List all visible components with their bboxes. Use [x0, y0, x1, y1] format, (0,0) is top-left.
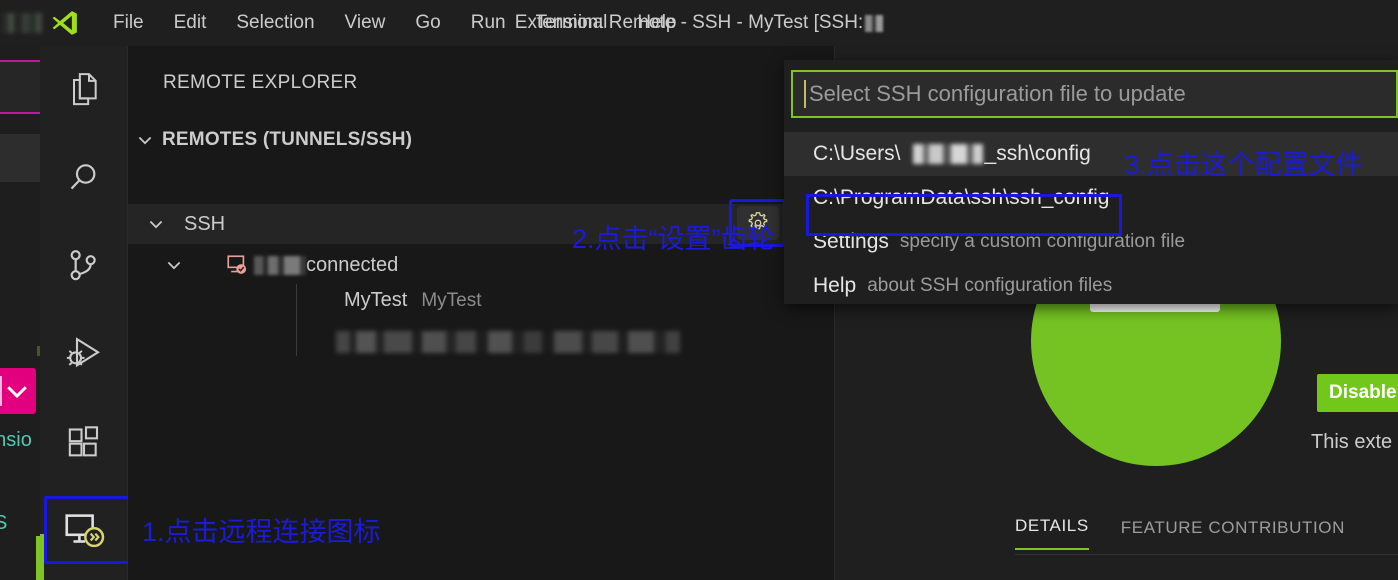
quick-pick-item-label: Help — [813, 274, 857, 297]
ssh-group-chevron — [128, 214, 184, 234]
quick-pick-placeholder: Select SSH configuration file to update — [809, 81, 1186, 106]
annotation-1: 1.点击远程连接图标 — [142, 517, 381, 547]
vscode-logo-icon — [42, 8, 88, 38]
quick-pick-item-detail: specify a custom configuration file — [899, 231, 1186, 252]
menu-item-file[interactable]: File — [98, 8, 159, 38]
text-cursor — [804, 80, 806, 108]
host-chevron — [128, 255, 220, 275]
menu-item-run[interactable]: Run — [456, 8, 521, 38]
background-window-sliver: ensio S — [0, 46, 40, 580]
annotation-2: 2.点击“设置”齿轮 — [572, 224, 775, 254]
menu-item-help[interactable]: Help — [622, 8, 691, 38]
sidebar-item-explorer[interactable] — [40, 46, 128, 134]
sliver-text-extension: ensio — [0, 429, 32, 451]
activity-bar — [40, 46, 128, 580]
quick-pick-item-label-redacted — [912, 144, 983, 164]
quick-pick-input[interactable]: Select SSH configuration file to update — [791, 70, 1398, 118]
window-icon-redacted — [2, 13, 42, 33]
menu-item-selection[interactable]: Selection — [221, 8, 329, 38]
sidebar-item-source-control[interactable] — [40, 222, 128, 310]
disable-button[interactable]: Disable — [1317, 374, 1398, 412]
window-title-redacted — [865, 14, 884, 32]
quick-pick-item-help[interactable]: Help about SSH configuration files — [784, 264, 1398, 308]
remote-folder-row[interactable]: MyTest MyTest — [344, 289, 482, 312]
quick-pick-dropdown: Select SSH configuration file to update … — [784, 60, 1398, 304]
sliver-search-box — [0, 60, 40, 114]
extension-description: This exte — [1311, 431, 1393, 453]
quick-pick-item-settings[interactable]: Settings specify a custom configuration … — [784, 220, 1398, 264]
chevron-down-icon — [167, 261, 181, 270]
menu-item-terminal[interactable]: Terminal — [521, 8, 623, 38]
search-icon — [70, 164, 96, 190]
remotes-section-header[interactable]: REMOTES (TUNNELS/SSH) — [128, 118, 835, 162]
panel-title: REMOTE EXPLORER — [163, 72, 358, 93]
menu-item-go[interactable]: Go — [400, 8, 455, 38]
remote-explorer-icon — [65, 514, 105, 548]
menu-item-view[interactable]: View — [330, 8, 401, 38]
extension-tabs: DETAILS FEATURE CONTRIBUTION — [1015, 516, 1345, 550]
menu-bar: File Edit Selection View Go Run Terminal… — [98, 8, 692, 38]
host-status-label: connected — [306, 253, 399, 276]
extension-tabs-rule — [1015, 554, 1398, 555]
extensions-icon — [68, 426, 99, 457]
tab-details[interactable]: DETAILS — [1015, 516, 1089, 550]
remote-folder-name: MyTest — [344, 289, 408, 311]
quick-pick-item-detail: about SSH configuration files — [867, 275, 1113, 296]
sliver-dropdown-divider — [0, 376, 2, 406]
remote-folder-description: MyTest — [421, 290, 482, 311]
sidebar-item-run-and-debug[interactable] — [40, 310, 128, 398]
sidebar-item-search[interactable] — [40, 134, 128, 222]
chevron-down-icon — [7, 386, 27, 399]
quick-pick-item-label-prefix: C:\Users\ — [813, 142, 901, 165]
vscode-window: ensio S File Edit Selection View Go Run … — [0, 0, 1398, 580]
tree-indent-guide — [296, 284, 297, 356]
sliver-text-s: S — [0, 512, 8, 534]
tab-feature-contribution[interactable]: FEATURE CONTRIBUTION — [1121, 518, 1345, 550]
source-control-icon — [70, 250, 96, 281]
ssh-group-label: SSH — [184, 212, 226, 235]
remote-folder-path-redacted — [336, 331, 680, 353]
quick-pick-item-label: C:\ProgramData\ssh\ssh_config — [813, 186, 1110, 209]
section-chevron — [128, 130, 162, 150]
sidebar-item-extensions[interactable] — [40, 398, 128, 486]
quick-pick-item-label: Settings — [813, 230, 889, 253]
remote-indicator-bar — [40, 534, 44, 580]
menu-item-edit[interactable]: Edit — [159, 8, 222, 38]
chevron-down-icon — [138, 136, 152, 145]
files-icon — [73, 73, 97, 106]
sliver-row — [0, 134, 40, 182]
sidebar-item-remote-explorer[interactable] — [40, 486, 128, 574]
annotation-3: 3.点击这个配置文件 — [1124, 150, 1363, 180]
remotes-section-label: REMOTES (TUNNELS/SSH) — [162, 129, 413, 150]
quick-pick-item-programdata-config[interactable]: C:\ProgramData\ssh\ssh_config — [784, 176, 1398, 220]
remote-explorer-panel: REMOTE EXPLORER REMOTES (TUNNELS/SSH) SS… — [128, 46, 835, 580]
remote-connected-icon — [220, 251, 254, 279]
quick-pick-item-label-suffix: _ssh\config — [984, 142, 1091, 165]
title-bar: File Edit Selection View Go Run Terminal… — [0, 0, 1398, 46]
sliver-dropdown-button[interactable] — [0, 368, 36, 414]
chevron-down-icon — [149, 220, 163, 229]
run-debug-icon — [66, 337, 100, 368]
host-name-redacted — [254, 255, 306, 275]
